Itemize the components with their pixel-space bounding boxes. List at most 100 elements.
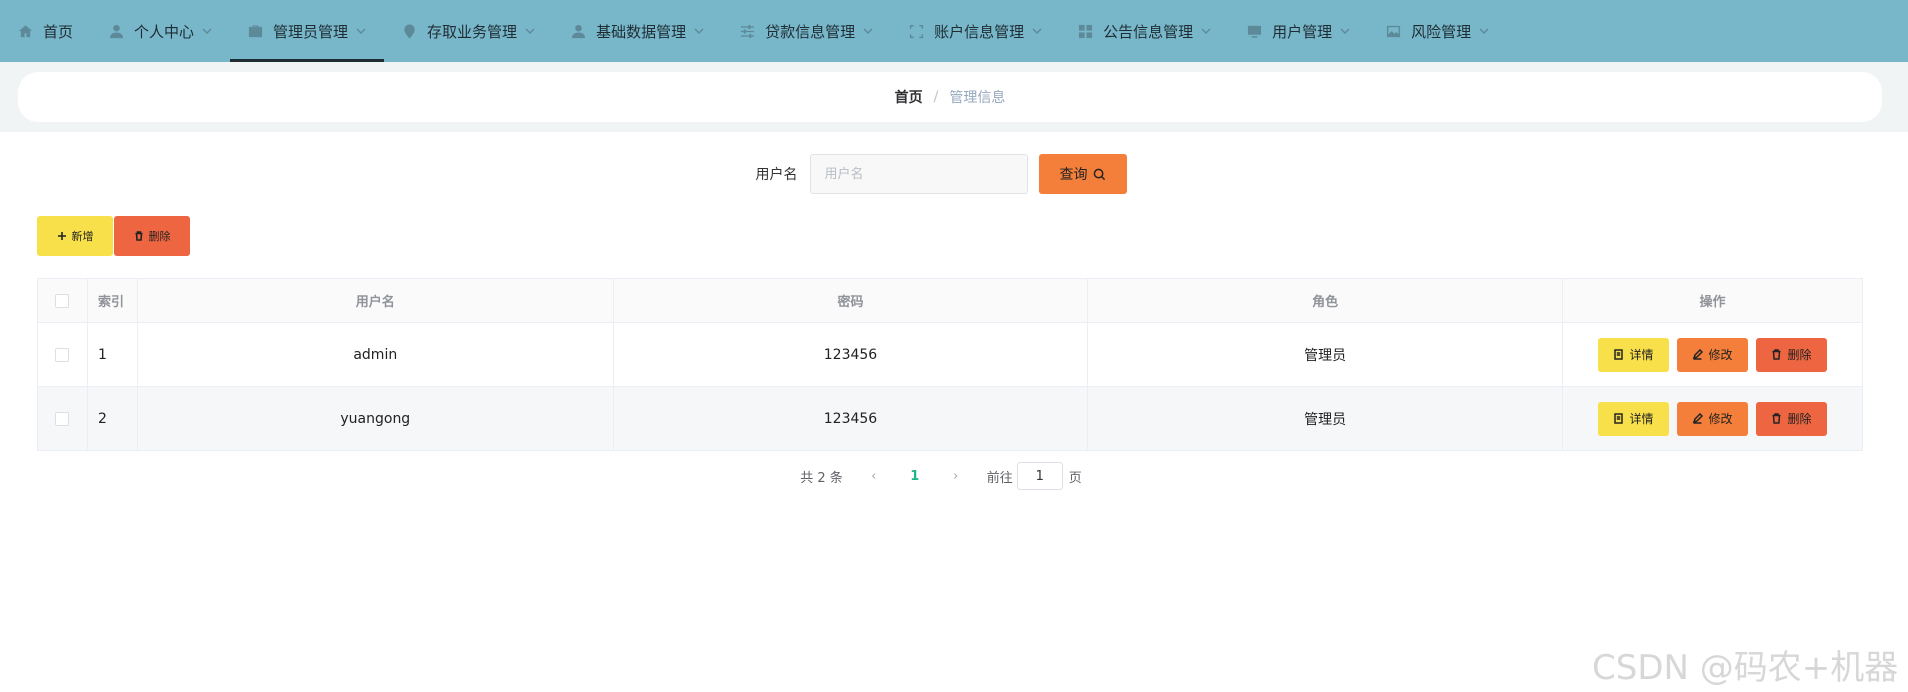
row-checkbox[interactable] <box>55 411 70 426</box>
nav-item-user-management[interactable]: 用户管理 <box>1229 0 1368 62</box>
page-number-current[interactable]: 1 <box>887 469 943 484</box>
prev-page-button[interactable]: ‹ <box>861 469 887 484</box>
delete-button-label: 删除 <box>1787 348 1812 362</box>
nav-item-label: 风险管理 <box>1411 22 1472 41</box>
header-operation: 操作 <box>1562 278 1863 323</box>
delete-button[interactable]: 删除 <box>1756 337 1827 372</box>
cell-operations: 详情 修改 删除 <box>1562 322 1863 387</box>
chevron-down-icon <box>525 26 535 36</box>
grid-icon <box>1078 24 1093 39</box>
batch-delete-button[interactable]: 删除 <box>114 216 190 256</box>
image-icon <box>1386 24 1401 39</box>
nav-item-loan-info[interactable]: 贷款信息管理 <box>722 0 891 62</box>
table-row: 2 yuangong 123456 管理员 详情 修改 删除 <box>37 386 1863 451</box>
detail-button[interactable]: 详情 <box>1598 337 1669 372</box>
row-check-cell <box>37 322 88 387</box>
chevron-down-icon <box>863 26 873 36</box>
search-bar: 用户名 查询 <box>18 154 1864 194</box>
nav-item-label: 用户管理 <box>1272 22 1333 41</box>
pagination: 共 2 条 ‹ 1 › 前往 页 <box>18 462 1864 490</box>
nav-item-notice-info[interactable]: 公告信息管理 <box>1060 0 1229 62</box>
edit-button[interactable]: 修改 <box>1677 401 1748 436</box>
row-check-cell <box>37 386 88 451</box>
add-button[interactable]: 新增 <box>37 216 113 256</box>
nav-item-admin-management[interactable]: 管理员管理 <box>230 0 385 62</box>
breadcrumb-area: 首页 / 管理信息 <box>0 62 1908 132</box>
main-panel: 用户名 查询 新增 删除 索引 用户名 密码 角色 操作 <box>18 132 1864 510</box>
add-button-label: 新增 <box>71 231 94 243</box>
nav-item-risk-management[interactable]: 风险管理 <box>1368 0 1507 62</box>
chevron-down-icon <box>1032 26 1042 36</box>
cell-password: 123456 <box>613 386 1089 451</box>
cell-password: 123456 <box>613 322 1089 387</box>
edit-button-label: 修改 <box>1708 412 1733 426</box>
header-password: 密码 <box>613 278 1089 323</box>
cell-index: 2 <box>87 386 138 451</box>
nav-item-personal-center[interactable]: 个人中心 <box>91 0 230 62</box>
briefcase-icon <box>248 24 263 39</box>
next-page-button[interactable]: › <box>943 469 969 484</box>
cell-role: 管理员 <box>1087 386 1563 451</box>
query-button[interactable]: 查询 <box>1038 154 1127 194</box>
chevron-down-icon <box>1479 26 1489 36</box>
location-icon <box>402 23 417 39</box>
frame-icon <box>909 24 924 39</box>
breadcrumb-current: 管理信息 <box>949 90 1006 106</box>
edit-button-label: 修改 <box>1708 348 1733 362</box>
trash-icon <box>1771 413 1782 424</box>
watermark: CSDN @码农+机器 <box>1592 648 1899 688</box>
nav-item-home[interactable]: 首页 <box>0 0 91 62</box>
table-header-row: 索引 用户名 密码 角色 操作 <box>37 278 1863 323</box>
edit-button[interactable]: 修改 <box>1677 337 1748 372</box>
cell-role: 管理员 <box>1087 322 1563 387</box>
document-icon <box>1613 413 1624 424</box>
home-icon <box>18 24 33 39</box>
nav-item-label: 管理员管理 <box>273 22 349 41</box>
top-navbar: 首页 个人中心 管理员管理 存取业务管理 基础数据管理 贷款信息管理 账户信息管… <box>0 0 1908 62</box>
goto-label: 前往 <box>986 470 1013 486</box>
nav-item-basic-data[interactable]: 基础数据管理 <box>553 0 722 62</box>
chevron-down-icon <box>356 26 366 36</box>
trash-icon <box>1771 349 1782 360</box>
cell-operations: 详情 修改 删除 <box>1562 386 1863 451</box>
header-index: 索引 <box>87 278 138 323</box>
nav-item-label: 首页 <box>43 22 74 41</box>
admin-table: 索引 用户名 密码 角色 操作 1 admin 123456 管理员 详情 修改… <box>37 278 1863 451</box>
table-row: 1 admin 123456 管理员 详情 修改 删除 <box>37 322 1863 387</box>
select-all-cell <box>37 278 88 323</box>
nav-item-account-info[interactable]: 账户信息管理 <box>891 0 1060 62</box>
user-icon <box>571 24 586 39</box>
detail-button-label: 详情 <box>1629 412 1654 426</box>
header-username: 用户名 <box>137 278 614 323</box>
toolbar: 新增 删除 <box>37 216 191 256</box>
nav-item-label: 存取业务管理 <box>427 22 518 41</box>
chevron-down-icon <box>202 26 212 36</box>
detail-button[interactable]: 详情 <box>1598 401 1669 436</box>
cell-username: admin <box>137 322 614 387</box>
pagination-total: 共 2 条 <box>800 470 843 486</box>
user-icon <box>109 24 124 39</box>
row-checkbox[interactable] <box>55 347 70 362</box>
nav-item-label: 账户信息管理 <box>934 22 1025 41</box>
search-icon <box>1093 168 1105 180</box>
detail-button-label: 详情 <box>1629 348 1654 362</box>
breadcrumb-separator: / <box>933 89 939 105</box>
nav-item-label: 个人中心 <box>134 22 195 41</box>
select-all-checkbox[interactable] <box>55 293 70 308</box>
breadcrumb: 首页 / 管理信息 <box>18 72 1882 122</box>
cell-username: yuangong <box>137 386 614 451</box>
nav-item-label: 贷款信息管理 <box>765 22 856 41</box>
page-jump-input[interactable] <box>1016 462 1063 490</box>
pencil-icon <box>1692 349 1704 360</box>
breadcrumb-home[interactable]: 首页 <box>895 87 923 107</box>
delete-button-label: 删除 <box>1787 412 1812 426</box>
plus-icon <box>57 231 67 241</box>
monitor-icon <box>1247 24 1262 39</box>
search-input[interactable] <box>809 154 1028 194</box>
chevron-down-icon <box>1201 26 1211 36</box>
delete-button[interactable]: 删除 <box>1756 401 1827 436</box>
header-role: 角色 <box>1087 278 1563 323</box>
nav-item-deposit-business[interactable]: 存取业务管理 <box>384 0 553 62</box>
chevron-down-icon <box>694 26 704 36</box>
document-icon <box>1613 349 1624 360</box>
